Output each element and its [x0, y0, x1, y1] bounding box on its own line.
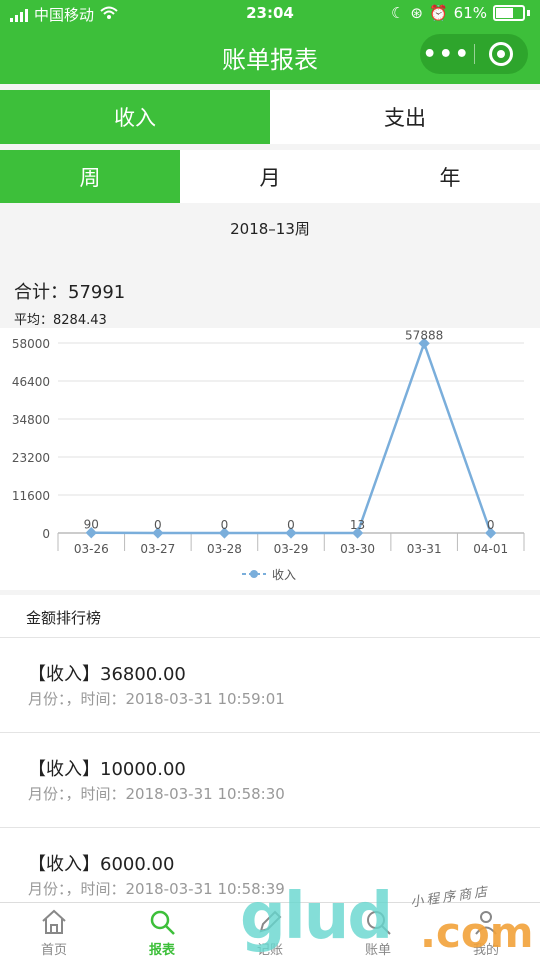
list-item[interactable]: 【收入】36800.00 月份：，时间：2018-03-31 10:59:01 [0, 638, 540, 733]
item-amount: 【收入】6000.00 [28, 854, 175, 875]
y-tick-label: 58000 [12, 337, 50, 351]
tabbar-report-label: 报表 [148, 942, 175, 958]
period-tabs: 周 月 年 [0, 150, 540, 203]
x-tick-label: 03-31 [407, 542, 442, 556]
ranking-header: 金额排行榜 [0, 595, 540, 638]
more-dots-icon[interactable]: ••• [420, 42, 474, 67]
x-tick-label: 03-27 [140, 542, 175, 556]
data-label: 13 [350, 518, 365, 532]
battery-tip [527, 10, 530, 16]
tabbar-mine[interactable]: 我的 [432, 903, 540, 961]
battery-percent: 61% [453, 4, 487, 22]
tab-expense[interactable]: 支出 [270, 90, 540, 144]
x-tick-label: 04-01 [473, 542, 508, 556]
close-target-icon [489, 42, 514, 66]
alarm-icon: ⏰ [428, 4, 448, 22]
status-bar: 中国移动 23:04 ☾ ⊛ ⏰ 61% [0, 0, 540, 28]
moon-icon: ☾ [390, 4, 405, 22]
period-label: 2018–13周 [230, 220, 310, 238]
y-tick-label: 11600 [12, 489, 50, 503]
bottom-tab-bar: 首页 报表 记账 账单 我的 [0, 902, 540, 961]
average-value: 平均：8284.43 [14, 313, 107, 328]
tab-year[interactable]: 年 [360, 150, 540, 203]
x-tick-label: 03-26 [74, 542, 109, 556]
total-sum: 合计：57991 [14, 282, 126, 303]
battery-icon [493, 5, 525, 21]
line-chart: 0 11600 23200 34800 46400 58000 03-26 03-27 03-2… [0, 328, 540, 590]
tab-month[interactable]: 月 [180, 150, 360, 203]
ranking-title: 金额排行榜 [26, 609, 102, 627]
chart-svg: 0 11600 23200 34800 46400 58000 03-26 03-27 03-2… [12, 328, 525, 582]
nav-bar: 账单报表 ••• [0, 28, 540, 84]
data-label: 0 [287, 518, 295, 532]
search-icon [150, 910, 175, 935]
tab-week[interactable]: 周 [0, 150, 180, 203]
tabbar-record[interactable]: 记账 [216, 903, 324, 961]
data-label: 0 [221, 518, 229, 532]
y-tick-label: 46400 [12, 375, 50, 389]
close-target-button[interactable] [475, 42, 529, 66]
item-meta: 月份：，时间：2018-03-31 10:58:30 [28, 785, 285, 803]
list-item[interactable]: 【收入】6000.00 月份：，时间：2018-03-31 10:58:39 [0, 828, 540, 902]
series-line [91, 339, 492, 535]
tabbar-report[interactable]: 报表 [108, 903, 216, 961]
data-label: 90 [84, 518, 99, 532]
y-tick-label: 23200 [12, 451, 50, 465]
data-label: 0 [487, 518, 495, 532]
x-tick-label: 03-29 [274, 542, 309, 556]
tabbar-home[interactable]: 首页 [0, 903, 108, 961]
y-tick-label: 34800 [12, 413, 50, 427]
data-label: 0 [154, 518, 162, 532]
tabbar-bill-label: 账单 [364, 942, 391, 958]
list-item[interactable]: 【收入】10000.00 月份：，时间：2018-03-31 10:58:30 [0, 733, 540, 828]
data-label: 57888 [405, 328, 443, 342]
x-tick-label: 03-30 [340, 542, 375, 556]
legend-marker [250, 570, 258, 578]
user-icon [475, 910, 497, 935]
item-amount: 【收入】10000.00 [28, 759, 186, 780]
lock-rotation-icon: ⊛ [410, 4, 423, 22]
bill-icon [367, 910, 391, 935]
status-right: ☾ ⊛ ⏰ 61% [391, 4, 530, 22]
tabbar-mine-label: 我的 [472, 942, 499, 958]
edit-icon [259, 910, 282, 932]
tab-income[interactable]: 收入 [0, 90, 270, 144]
tabbar-home-label: 首页 [40, 942, 67, 958]
x-tick-label: 03-28 [207, 542, 242, 556]
item-meta: 月份：，时间：2018-03-31 10:58:39 [28, 880, 285, 898]
ranking-list: 【收入】36800.00 月份：，时间：2018-03-31 10:59:01 … [0, 638, 540, 902]
tabbar-record-label: 记账 [256, 942, 283, 958]
type-tabs: 收入 支出 [0, 90, 540, 144]
y-tick-label: 0 [42, 527, 50, 541]
mini-program-capsule: ••• [420, 34, 528, 74]
home-icon [42, 909, 66, 934]
item-meta: 月份：，时间：2018-03-31 10:59:01 [28, 690, 285, 708]
tabbar-bill[interactable]: 账单 [324, 903, 432, 961]
item-amount: 【收入】36800.00 [28, 664, 186, 685]
legend-label: 收入 [272, 568, 296, 582]
